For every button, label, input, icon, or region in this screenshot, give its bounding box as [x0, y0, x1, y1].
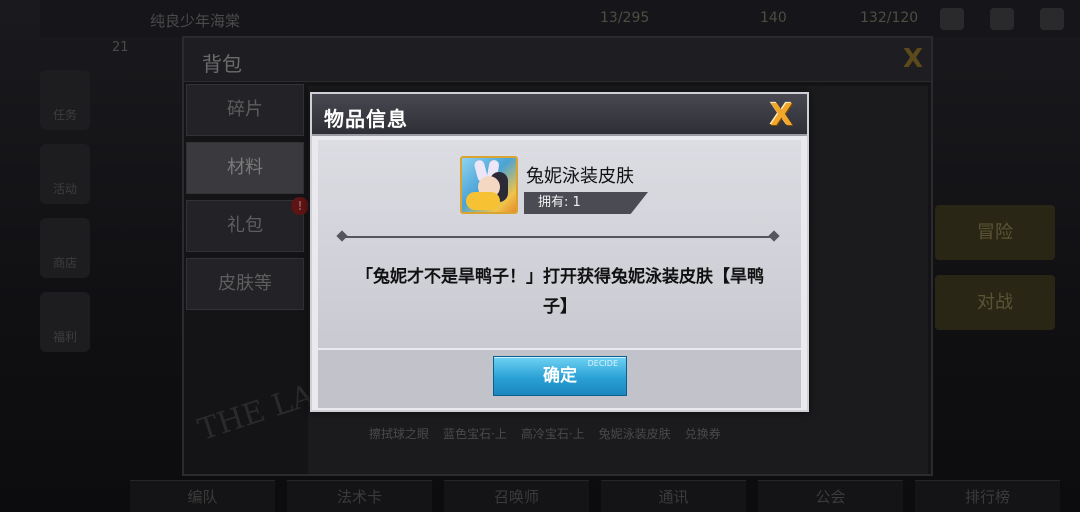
dialog-header: 物品信息 X — [312, 94, 807, 136]
left-menu: 任务 活动 商店 福利 — [40, 70, 90, 366]
item-name: 兔妮泳装皮肤 — [526, 166, 634, 187]
item-description: 「兔妮才不是旱鸭子！」打开获得兔妮泳装皮肤【旱鸭子】 — [356, 267, 764, 317]
grid-item-label[interactable]: 擦拭球之眼 — [369, 425, 429, 442]
backpack-close-icon[interactable]: X — [903, 44, 923, 74]
tab-gift-packs[interactable]: 礼包 ! — [186, 197, 309, 252]
tab-fragments[interactable]: 碎片 — [186, 84, 304, 136]
owned-count: 拥有: 1 — [524, 192, 648, 214]
adventure-banner[interactable]: 冒险 — [935, 205, 1055, 260]
backpack-header: 背包 X — [184, 38, 931, 82]
close-icon[interactable]: X — [770, 98, 793, 133]
tab-label: 材料 — [227, 157, 263, 178]
nav-spell-cards[interactable]: 法术卡 — [287, 480, 432, 512]
player-name: 纯良少年海棠 — [150, 12, 241, 30]
dialog-title: 物品信息 — [324, 107, 408, 131]
notice-icon[interactable] — [990, 8, 1014, 30]
resource-energy: 132/120 — [860, 10, 919, 26]
nav-ranking[interactable]: 排行榜 — [915, 480, 1060, 512]
grid-item-labels: 擦拭球之眼 蓝色宝石·上 高冷宝石·上 兔妮泳装皮肤 兑换券 — [369, 425, 721, 442]
gear-icon[interactable] — [1040, 8, 1064, 30]
dialog-body: 兔妮泳装皮肤 拥有: 1 「兔妮才不是旱鸭子！」打开获得兔妮泳装皮肤【旱鸭子】 — [318, 140, 801, 348]
bottom-nav: 编队 法术卡 召唤师 通讯 公会 排行榜 — [60, 480, 1060, 512]
battle-banner[interactable]: 对战 — [935, 275, 1055, 330]
left-menu-item[interactable]: 活动 — [40, 144, 90, 204]
nav-summoner[interactable]: 召唤师 — [444, 480, 589, 512]
mail-icon[interactable] — [940, 8, 964, 30]
notification-badge: ! — [291, 197, 309, 215]
backpack-tabs: 碎片 材料 礼包 ! 皮肤等 — [186, 84, 309, 316]
tab-label: 礼包 — [227, 215, 263, 236]
nav-comms[interactable]: 通讯 — [601, 480, 746, 512]
backpack-title: 背包 — [202, 52, 242, 76]
tab-label: 碎片 — [227, 99, 263, 120]
item-info-dialog: 物品信息 X 兔妮泳装皮肤 拥有: 1 「兔妮才不是旱鸭子！」打开获得兔妮泳装皮… — [310, 92, 809, 412]
grid-item-label[interactable]: 蓝色宝石·上 — [443, 425, 507, 442]
tab-skins[interactable]: 皮肤等 — [186, 258, 304, 310]
grid-item-label[interactable]: 兑换券 — [685, 425, 721, 442]
divider — [342, 236, 774, 238]
player-level: 21 — [112, 40, 129, 55]
left-menu-item[interactable]: 商店 — [40, 218, 90, 278]
grid-item-label[interactable]: 高冷宝石·上 — [521, 425, 585, 442]
tab-label: 皮肤等 — [218, 273, 272, 294]
resource-gems: 140 — [760, 10, 787, 26]
item-thumbnail — [460, 156, 518, 214]
left-menu-item[interactable]: 福利 — [40, 292, 90, 352]
confirm-sublabel: DECIDE — [587, 359, 618, 368]
confirm-label: 确定 — [543, 366, 577, 386]
resource-stamina: 13/295 — [600, 10, 650, 26]
confirm-button[interactable]: DECIDE 确定 — [493, 356, 627, 396]
tab-materials[interactable]: 材料 — [186, 142, 304, 194]
dialog-footer: DECIDE 确定 — [318, 350, 801, 408]
top-status-bar: 纯良少年海棠 13/295 140 132/120 — [40, 0, 1080, 38]
nav-guild[interactable]: 公会 — [758, 480, 903, 512]
nav-formation[interactable]: 编队 — [130, 480, 275, 512]
left-menu-item[interactable]: 任务 — [40, 70, 90, 130]
grid-item-label[interactable]: 兔妮泳装皮肤 — [599, 425, 671, 442]
duck-float-shape — [466, 192, 500, 210]
